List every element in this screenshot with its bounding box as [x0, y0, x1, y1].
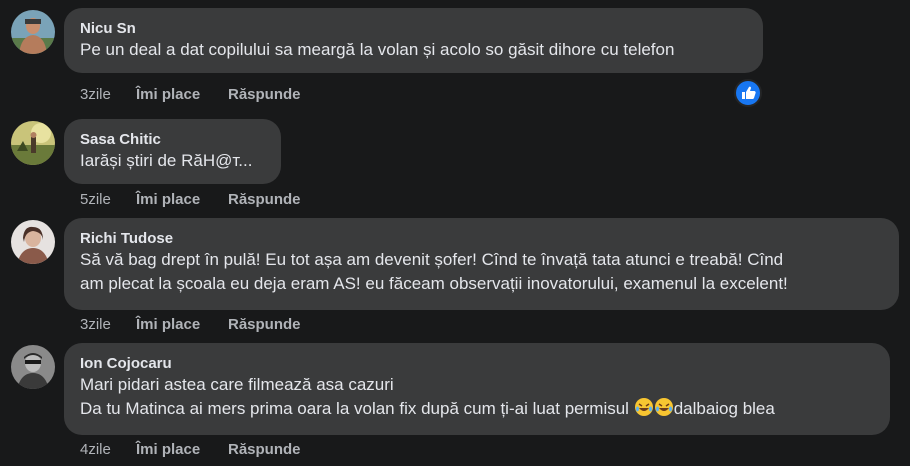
avatar[interactable] [11, 10, 55, 54]
comment-text: Iarăși știri de RăH@т... [80, 151, 253, 170]
comment-timestamp[interactable]: 3zile [80, 316, 136, 334]
comment-text: Pe un deal a dat copilului sa meargă la … [80, 40, 675, 59]
comment-text: Da tu Matinca ai mers prima oara la vola… [80, 399, 629, 418]
comment-actions: 4zile Îmi place Răspunde [80, 441, 301, 459]
avatar[interactable] [11, 121, 55, 165]
comment-text: dalbaiog blea [673, 399, 775, 418]
comment-timestamp[interactable]: 3zile [80, 86, 136, 104]
comment-actions: 5zile Îmi place Răspunde [80, 191, 301, 209]
comment-bubble: Ion Cojocaru Mari pidari astea care film… [64, 343, 890, 435]
comment-author[interactable]: Sasa Chitic [80, 131, 265, 149]
comment-text-line: Să vă bag drept în pulă! Eu tot așa am d… [80, 250, 784, 269]
comment-author[interactable]: Nicu Sn [80, 20, 747, 38]
reply-button[interactable]: Răspunde [228, 191, 301, 209]
reply-button[interactable]: Răspunde [228, 316, 301, 334]
avatar[interactable] [11, 345, 55, 389]
comment-timestamp[interactable]: 5zile [80, 191, 136, 209]
reply-button[interactable]: Răspunde [228, 441, 301, 459]
like-button[interactable]: Îmi place [136, 86, 228, 104]
comment-text-line: Mari pidari astea care filmează asa cazu… [80, 375, 394, 394]
rolling-laughing-emoji [634, 397, 654, 417]
like-icon[interactable] [734, 79, 762, 107]
like-button[interactable]: Îmi place [136, 441, 228, 459]
comment-author[interactable]: Richi Tudose [80, 230, 883, 248]
comment-text-line: am plecat la școala eu deja eram AS! eu … [80, 274, 788, 293]
comment-author[interactable]: Ion Cojocaru [80, 355, 874, 373]
comment-actions: 3zile Îmi place Răspunde [80, 86, 301, 104]
comment-text-line: Da tu Matinca ai mers prima oara la vola… [80, 397, 874, 421]
reply-button[interactable]: Răspunde [228, 86, 301, 104]
like-button[interactable]: Îmi place [136, 316, 228, 334]
comment-timestamp[interactable]: 4zile [80, 441, 136, 459]
comment-bubble: Nicu Sn Pe un deal a dat copilului sa me… [64, 8, 763, 73]
rolling-laughing-emoji [654, 397, 674, 417]
comment-bubble: Sasa Chitic Iarăși știri de RăH@т... [64, 119, 281, 184]
avatar[interactable] [11, 220, 55, 264]
comment-actions: 3zile Îmi place Răspunde [80, 316, 301, 334]
like-button[interactable]: Îmi place [136, 191, 228, 209]
comment-bubble: Richi Tudose Să vă bag drept în pulă! Eu… [64, 218, 899, 310]
